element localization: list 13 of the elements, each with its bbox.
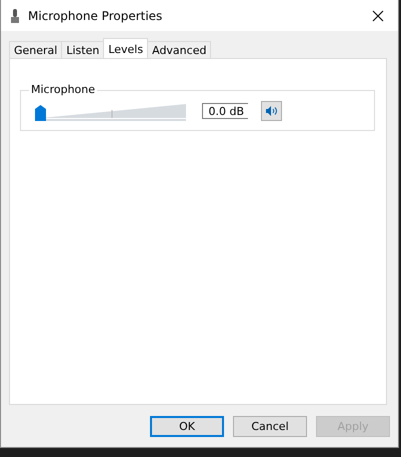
close-icon (372, 10, 384, 22)
slider-thumb[interactable] (35, 104, 46, 120)
level-reading: 0.0 dB (202, 102, 248, 118)
tab[interactable]: Levels (103, 38, 148, 58)
dialog-button[interactable]: OK (150, 416, 224, 436)
tab[interactable]: General (9, 41, 62, 58)
speaker-icon (264, 104, 278, 116)
microphone-icon (11, 8, 19, 22)
window-title: Microphone Properties (28, 8, 164, 22)
tab[interactable]: Advanced (147, 41, 212, 58)
group-label: Microphone (29, 83, 98, 96)
dialog-button[interactable]: Cancel (233, 416, 307, 436)
speaker-button[interactable] (261, 100, 282, 120)
